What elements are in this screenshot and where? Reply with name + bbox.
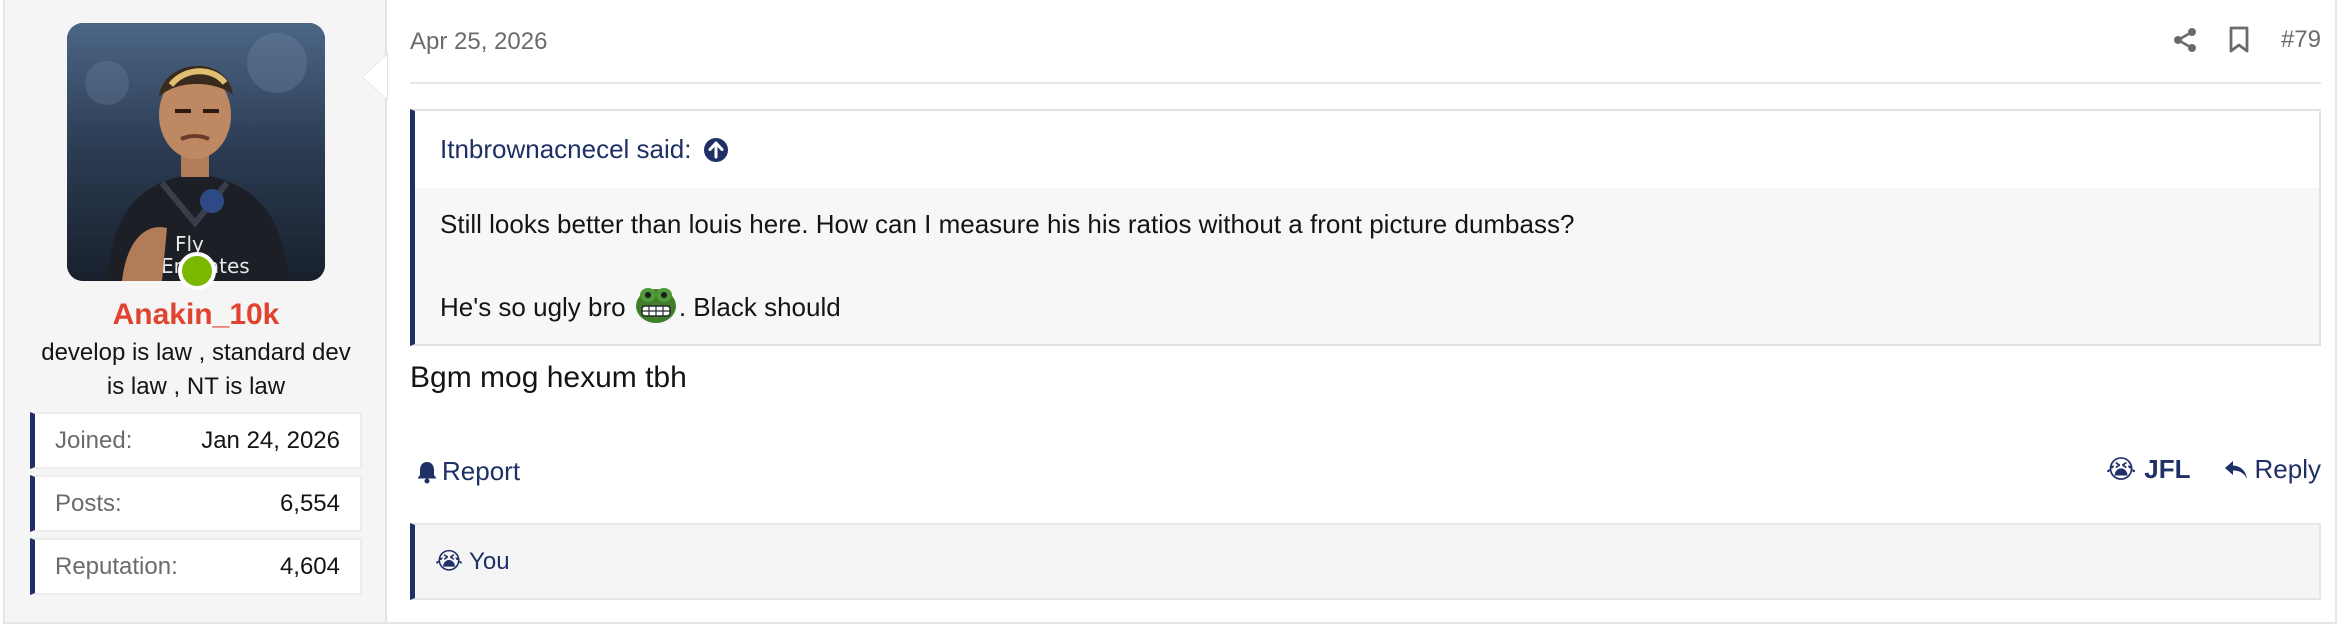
report-button[interactable]: Report: [416, 456, 520, 487]
online-status-indicator: [178, 252, 216, 290]
quote-body: Still looks better than louis here. How …: [415, 188, 2319, 325]
avatar[interactable]: Fly Emirates: [67, 23, 325, 281]
report-label: Report: [442, 456, 521, 486]
stat-label: Posts:: [55, 489, 122, 517]
crying-laughing-emoji-icon: 😭: [435, 548, 464, 575]
reply-label: Reply: [2254, 454, 2321, 484]
quote-header: Itnbrownacnecel said:: [415, 111, 2319, 188]
share-icon[interactable]: [2167, 22, 2203, 58]
reactions-bar[interactable]: 😭 You: [410, 523, 2321, 600]
quote-line-1: Still looks better than louis here. How …: [440, 209, 1575, 239]
stat-joined: Joined: Jan 24, 2026: [30, 412, 362, 469]
quote-block: Itnbrownacnecel said: Still looks better…: [410, 109, 2321, 346]
post-footer: Report 😭 JFL Reply: [410, 452, 2321, 496]
react-jfl-button[interactable]: 😭 JFL: [2106, 454, 2191, 485]
user-arrow: [363, 55, 387, 99]
post-number-link[interactable]: #79: [2281, 26, 2321, 54]
avatar-container: Fly Emirates: [67, 23, 325, 290]
quote-line-2-start: He's so ugly bro: [440, 292, 633, 322]
stat-value: Jan 24, 2026: [201, 426, 340, 454]
reply-arrow-icon: [2224, 460, 2247, 479]
stat-label: Reputation:: [55, 552, 178, 580]
message-post: Fly Emirates Anakin_10k develop is law ,…: [3, 0, 2337, 624]
user-info-column: Fly Emirates Anakin_10k develop is law ,…: [5, 0, 387, 622]
stat-posts: Posts: 6,554: [30, 475, 362, 532]
avatar-image: Fly Emirates: [67, 23, 325, 281]
reactions-list-link[interactable]: You: [469, 548, 510, 576]
post-header-actions: #79: [2167, 22, 2321, 58]
stat-value: 4,604: [279, 552, 340, 580]
pepe-grimace-icon: [635, 284, 677, 324]
crying-laughing-emoji-icon: 😭: [2105, 454, 2137, 484]
username-link[interactable]: Anakin_10k: [5, 298, 387, 332]
react-label: JFL: [2144, 454, 2191, 484]
bell-icon: [417, 461, 437, 483]
user-title: develop is law , standard dev is law , N…: [41, 339, 351, 400]
quote-author-link[interactable]: Itnbrownacnecel said:: [440, 134, 691, 165]
stat-reputation: Reputation: 4,604: [30, 538, 362, 595]
post-body-text: Bgm mog hexum tbh: [410, 361, 687, 394]
post-right-actions: 😭 JFL Reply: [2106, 454, 2321, 485]
header-divider: [410, 82, 2321, 84]
reply-button[interactable]: Reply: [2223, 454, 2321, 485]
quote-line-2: He's so ugly bro . Black should: [440, 284, 2294, 325]
bookmark-icon[interactable]: [2221, 22, 2257, 58]
stat-value: 6,554: [279, 489, 340, 517]
message-main: Apr 25, 2026 #79 Itnbrownacnecel said: S…: [410, 0, 2321, 622]
jump-to-quote-icon[interactable]: [703, 137, 729, 163]
quote-line-2-end: . Black should: [678, 292, 841, 322]
stat-label: Joined:: [55, 426, 133, 454]
post-date-link[interactable]: Apr 25, 2026: [410, 28, 547, 56]
